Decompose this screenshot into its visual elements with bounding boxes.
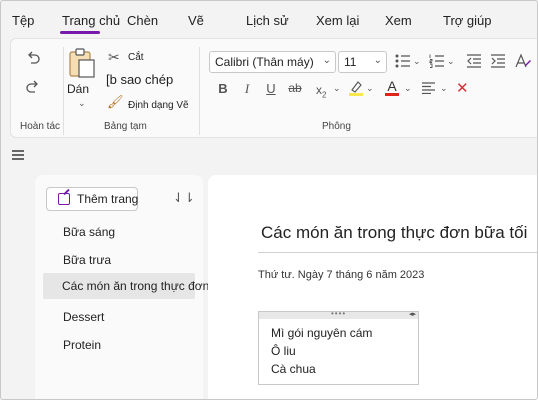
strikethrough-button[interactable]: ab	[286, 81, 304, 95]
clear-formatting-icon[interactable]: ✕	[456, 79, 469, 97]
redo-icon[interactable]	[25, 79, 41, 95]
paste-icon	[69, 48, 95, 78]
tab-review[interactable]: Xem lại	[316, 13, 359, 28]
tab-help[interactable]: Trợ giúp	[443, 13, 492, 28]
highlighter-icon[interactable]	[348, 79, 364, 97]
italic-button[interactable]: I	[238, 81, 256, 97]
sort-icon[interactable]: ⇃⇂	[173, 190, 195, 206]
page-item-lunch[interactable]: Bữa trưa	[63, 253, 111, 267]
scissors-icon: ✂	[108, 49, 120, 65]
title-underline	[258, 252, 538, 253]
add-page-button[interactable]: Thêm trang	[46, 187, 138, 211]
align-left-icon[interactable]	[421, 82, 436, 94]
hamburger-line	[12, 158, 24, 160]
hamburger-menu-icon[interactable]	[12, 150, 24, 163]
tab-insert[interactable]: Chèn	[127, 13, 158, 28]
page-date: Thứ tư. Ngày 7 tháng 6 năm 2023	[258, 269, 425, 281]
tab-draw[interactable]: Vẽ	[188, 13, 204, 28]
chevron-down-icon[interactable]: ⌄	[366, 83, 374, 94]
decrease-indent-icon[interactable]	[466, 54, 482, 68]
group-divider	[63, 47, 64, 135]
page-title[interactable]: Các món ăn trong thực đơn bữa tối	[261, 223, 527, 243]
add-page-label: Thêm trang	[77, 192, 139, 206]
page-item-breakfast[interactable]: Bữa sáng	[63, 225, 115, 239]
numbered-list-icon[interactable]	[429, 54, 445, 68]
note-line[interactable]: Mì gói nguyên cám	[271, 326, 372, 340]
subscript-button[interactable]: x2	[316, 83, 326, 99]
hamburger-line	[12, 150, 24, 152]
tab-history[interactable]: Lịch sử	[246, 13, 289, 28]
increase-indent-icon[interactable]	[490, 54, 506, 68]
subscript-mark: 2	[322, 90, 327, 100]
note-line[interactable]: Ô liu	[271, 344, 296, 358]
paste-label: Dán	[67, 82, 90, 96]
chevron-down-icon: ⌄	[322, 55, 331, 66]
font-group-label: Phông	[322, 121, 351, 132]
tab-view[interactable]: Xem	[385, 13, 412, 28]
bold-button[interactable]: B	[214, 81, 232, 96]
note-container[interactable]: •••• ◂▸ Mì gói nguyên cám Ô liu Cà chua	[258, 309, 419, 385]
add-page-icon	[58, 193, 70, 205]
copy-button[interactable]: [b sao chép	[106, 72, 173, 87]
font-size-select[interactable]: 11 ⌄	[338, 51, 387, 73]
ribbon: Hoàn tác Dán ⌄ ✂ Cắt [b sao chép 🖌 Định …	[10, 38, 538, 138]
format-painter-icon: 🖌	[107, 94, 124, 109]
tab-file[interactable]: Tệp	[12, 13, 34, 28]
drag-handle-icon: ••••	[331, 309, 347, 318]
note-container-handle[interactable]: •••• ◂▸	[259, 309, 418, 319]
ribbon-tabs: Tệp Trang chủ Chèn Vẽ Lịch sử Xem lại Xe…	[0, 0, 538, 38]
undo-group-label: Hoàn tác	[20, 121, 61, 132]
resize-arrow-icon: ◂▸	[408, 311, 416, 318]
underline-button[interactable]: U	[262, 81, 280, 96]
font-size-value: 11	[344, 55, 357, 69]
cut-button[interactable]: Cắt	[128, 52, 144, 63]
font-color-button[interactable]: A	[385, 79, 399, 96]
format-painter-button[interactable]: Định dạng Vẽ	[128, 100, 189, 111]
bullet-list-icon[interactable]	[395, 54, 411, 68]
chevron-down-icon[interactable]: ⌄	[440, 83, 448, 94]
clipboard-group-label: Bảng tạm	[104, 121, 147, 132]
page-item-dinner-menu[interactable]: Các món ăn trong thực đơn bữa tối	[43, 273, 250, 299]
page-item-protein[interactable]: Protein	[63, 338, 101, 352]
page-canvas[interactable]: Các món ăn trong thực đơn bữa tối Thứ tư…	[208, 175, 538, 400]
chevron-down-icon[interactable]: ⌄	[447, 56, 455, 67]
undo-icon[interactable]	[25, 50, 41, 66]
font-name-value: Calibri (Thân máy)	[215, 55, 314, 69]
hamburger-line	[12, 154, 24, 156]
chevron-down-icon[interactable]: ⌄	[404, 83, 412, 94]
chevron-down-icon: ⌄	[78, 98, 86, 108]
chevron-down-icon: ⌄	[373, 55, 382, 66]
styles-icon[interactable]	[514, 52, 532, 70]
page-item-dessert[interactable]: Dessert	[63, 310, 104, 324]
chevron-down-icon[interactable]: ⌄	[333, 83, 341, 94]
chevron-down-icon[interactable]: ⌄	[413, 56, 421, 67]
group-divider	[199, 47, 200, 135]
note-line[interactable]: Cà chua	[271, 362, 316, 376]
font-name-select[interactable]: Calibri (Thân máy) ⌄	[209, 51, 336, 73]
page-list-panel: Thêm trang ⇃⇂ Bữa sáng Bữa trưa Các món …	[35, 175, 250, 400]
tab-home[interactable]: Trang chủ	[62, 13, 120, 28]
active-tab-indicator	[60, 31, 100, 34]
